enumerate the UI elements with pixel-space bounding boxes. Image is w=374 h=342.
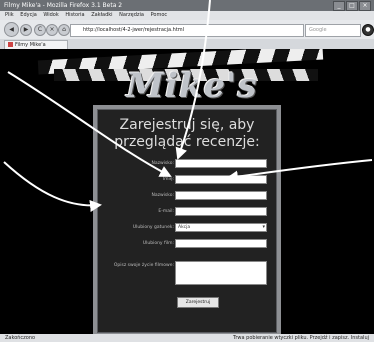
minimize-button[interactable]: _ [333, 1, 345, 11]
form-heading: Zarejestruj się, aby przeglądać recenzje… [114, 117, 260, 150]
form-row-email: E-mail: [97, 207, 277, 216]
menu-view[interactable]: Widok [43, 12, 58, 18]
home-button[interactable]: ⌂ [58, 24, 70, 36]
status-notice: Trwa pobieranie wtyczki pliku. Przejdź i… [233, 335, 369, 341]
back-button[interactable]: ◀ [4, 22, 19, 37]
navigation-toolbar: ◀ ▶ C × ⌂ http://localhost/4-2-jwer/reje… [0, 20, 374, 40]
genre-select[interactable]: Akcja ▾ [175, 223, 267, 232]
menu-file[interactable]: Plik [5, 12, 14, 18]
field-label: Ulubiony film: [142, 241, 174, 246]
menu-tools[interactable]: Narzędzia [119, 12, 144, 18]
lastname-input[interactable] [175, 191, 267, 200]
status-text: Zakończono [5, 335, 36, 341]
stop-button[interactable]: × [46, 24, 58, 36]
site-logo: Mike's Movies [122, 66, 261, 156]
description-textarea[interactable] [175, 261, 267, 285]
registration-panel: Zarejestruj się, aby przeglądać recenzje… [93, 105, 281, 334]
status-bar: Zakończono Trwa pobieranie wtyczki pliku… [0, 334, 374, 342]
genre-selected-value: Akcja [178, 225, 191, 230]
search-placeholder: Google [309, 27, 327, 33]
menu-bookmarks[interactable]: Zakładki [91, 12, 112, 18]
form-row-favorite-movie: Ulubiony film: [97, 239, 277, 248]
form-row-lastname: Nazwisko: [97, 191, 277, 200]
form-row-surname: Nazwisko: [97, 159, 277, 168]
field-label: Ulubiony gatunek: [132, 225, 174, 230]
field-label: Opisz swoje życie filmowe: [113, 263, 174, 268]
window-title: Filmy Mike'a - Mozilla Firefox 3.1 Beta … [4, 2, 123, 9]
field-label: E-mail: [158, 209, 174, 214]
tab-label: Filmy Mike'a [15, 42, 46, 48]
menu-history[interactable]: Historia [65, 12, 84, 18]
addons-icon[interactable]: ● [362, 24, 374, 36]
field-label: Nazwisko: [151, 161, 174, 166]
menu-bar: Plik Edycja Widok Historia Zakładki Narz… [0, 11, 374, 20]
url-text: http://localhost/4-2-jwer/rejestracja.ht… [83, 27, 185, 33]
reload-button[interactable]: C [34, 24, 46, 36]
menu-help[interactable]: Pomoc [151, 12, 168, 18]
firstname-input[interactable] [175, 175, 267, 184]
chevron-down-icon: ▾ [262, 224, 265, 230]
forward-button[interactable]: ▶ [20, 24, 32, 36]
field-label: Nazwisko: [151, 193, 174, 198]
form-row-firstname: Imię: [97, 175, 277, 184]
menu-edit[interactable]: Edycja [20, 12, 37, 18]
search-box[interactable]: Google [305, 24, 361, 37]
maximize-button[interactable]: □ [346, 1, 358, 11]
close-button[interactable]: × [359, 1, 371, 11]
surname-input[interactable] [175, 159, 267, 168]
favorite-movie-input[interactable] [175, 239, 267, 248]
page-content: Mike's Movies Zarejestruj się, aby przeg… [0, 49, 374, 334]
window-controls: _ □ × [333, 1, 371, 11]
window-titlebar: Filmy Mike'a - Mozilla Firefox 3.1 Beta … [0, 0, 374, 11]
favicon-icon [8, 42, 13, 47]
email-input[interactable] [175, 207, 267, 216]
field-label: Imię: [162, 177, 174, 182]
submit-button[interactable]: Zarejestruj [177, 297, 219, 308]
tab-strip: Filmy Mike'a [0, 39, 374, 50]
url-bar[interactable]: http://localhost/4-2-jwer/rejestracja.ht… [70, 24, 304, 37]
form-row-genre: Ulubiony gatunek: Akcja ▾ [97, 223, 277, 232]
